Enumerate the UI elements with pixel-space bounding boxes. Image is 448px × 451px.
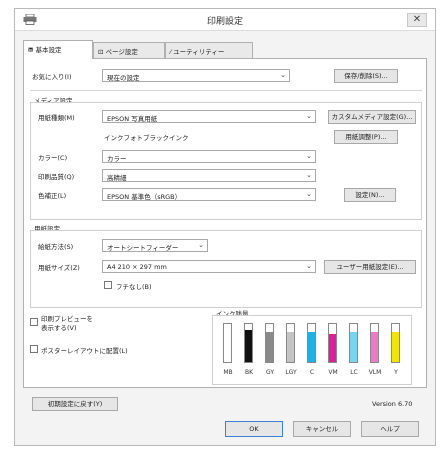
page-tab-icon: ⊡ [98, 48, 106, 56]
poster-layout-label: ポスターレイアウトに配置(L) [41, 347, 128, 355]
printer-tab-icon: ⛃ [28, 46, 36, 54]
tab-utility[interactable]: ⁄ ユーティリティー [165, 42, 253, 59]
reset-defaults-button[interactable]: 初期設定に戻す(Y) [32, 397, 118, 411]
paper-type-select[interactable]: EPSON 写真用紙 ⌄ [102, 110, 316, 123]
ink-level-bar [244, 323, 253, 363]
ink-level-fill [329, 333, 336, 362]
favorites-label: お気に入り(I) [32, 73, 72, 81]
paper-size-label: 用紙サイズ(Z) [38, 264, 80, 272]
borderless-label: フチなし(B) [116, 283, 152, 291]
ink-label: LC [350, 369, 358, 376]
color-settings-button[interactable]: 設定(N)... [344, 188, 396, 202]
ink-label: GY [265, 369, 274, 376]
chevron-down-icon: ⌄ [306, 190, 312, 198]
ink-level-bar [223, 323, 232, 363]
window-title: 印刷設定 [206, 17, 243, 27]
print-preview-checkbox[interactable] [30, 318, 38, 326]
ink-cartridge-lgy: LGY [283, 321, 299, 383]
ink-level-bar [265, 323, 274, 363]
print-quality-select[interactable]: 高精細 ⌄ [102, 169, 316, 182]
cancel-button[interactable]: キャンセル [293, 421, 351, 437]
custom-media-button[interactable]: カスタムメディア設定(G)... [328, 110, 416, 124]
ink-level-bar [349, 323, 358, 363]
print-preview-label: 印刷プレビューを 表示する(V) [41, 315, 93, 332]
chevron-down-icon: ⌄ [306, 112, 312, 120]
paper-adjust-button[interactable]: 用紙調整(P)... [334, 130, 398, 144]
ink-level-fill [245, 329, 252, 362]
ink-cartridge-gy: GY [262, 321, 278, 383]
help-button[interactable]: ヘルプ [361, 421, 419, 437]
ink-levels-area: MB BK GY LGY C VM LC VLM Y [220, 321, 410, 383]
save-delete-button[interactable]: 保存/削除(S)... [334, 69, 398, 83]
tab-page-setup[interactable]: ⊡ ページ設定 [93, 42, 165, 59]
tab-basic-settings[interactable]: ⛃ 基本設定 [23, 40, 93, 59]
ink-label: BK [244, 369, 254, 376]
ink-cartridge-vm: VM [325, 321, 341, 383]
ink-level-fill [371, 331, 378, 362]
close-icon: ✕ [412, 14, 422, 25]
color-correction-label: 色補正(L) [38, 192, 67, 200]
ink-cartridge-vlm: VLM [367, 321, 383, 383]
ink-level-fill [287, 331, 294, 362]
divider [30, 90, 422, 91]
ink-label: VM [328, 369, 338, 376]
ink-level-bar [286, 323, 295, 363]
ink-level-bar [370, 323, 379, 363]
version-text: Version 6.70 [372, 400, 413, 408]
ink-cartridge-lc: LC [346, 321, 362, 383]
user-paper-size-button[interactable]: ユーザー用紙設定(E)... [324, 260, 416, 274]
ink-cartridge-c: C [304, 321, 320, 383]
paper-size-select[interactable]: A4 210 × 297 mm ⌄ [102, 260, 316, 273]
color-correction-select[interactable]: EPSON 基準色（sRGB） ⌄ [102, 188, 316, 201]
chevron-down-icon: ⌄ [306, 171, 312, 179]
ink-level-fill [350, 331, 357, 362]
paper-type-label: 用紙種類(M) [38, 114, 75, 122]
chevron-down-icon: ⌄ [198, 241, 204, 249]
ink-label: VLM [368, 369, 382, 376]
title-bar: 印刷設定 ✕ [15, 9, 435, 31]
poster-layout-checkbox[interactable] [30, 345, 38, 353]
ink-cartridge-mb: MB [220, 321, 236, 383]
print-settings-dialog: 印刷設定 ✕ ⛃ 基本設定 ⊡ ページ設定 ⁄ ユーティリティー お気に入り(I… [14, 8, 436, 446]
borderless-checkbox[interactable] [104, 281, 112, 289]
ink-level-fill [392, 331, 399, 362]
ink-label: Y [394, 369, 398, 376]
ink-label: C [309, 369, 315, 376]
ink-level-fill [308, 331, 315, 362]
chevron-down-icon: ⌄ [306, 262, 312, 270]
ink-label: LGY [285, 369, 297, 376]
paper-source-label: 給紙方法(S) [38, 243, 74, 251]
close-button[interactable]: ✕ [407, 13, 427, 27]
ink-level-bar [328, 323, 337, 363]
chevron-down-icon: ⌄ [280, 71, 286, 79]
chevron-down-icon: ⌄ [306, 152, 312, 160]
ink-cartridge-y: Y [388, 321, 404, 383]
print-quality-label: 印刷品質(Q) [38, 173, 75, 181]
color-label: カラー(C) [38, 154, 68, 162]
favorites-select[interactable]: 現在の設定 ⌄ [102, 69, 290, 82]
ok-button[interactable]: OK [225, 421, 283, 437]
ink-level-fill [266, 331, 273, 362]
printer-icon [23, 14, 37, 25]
paper-source-select[interactable]: オートシートフィーダー ⌄ [102, 239, 208, 252]
ink-label: MB [223, 369, 233, 376]
color-select[interactable]: カラー ⌄ [102, 150, 316, 163]
basic-settings-panel: お気に入り(I) 現在の設定 ⌄ 保存/削除(S)... メディア設定 用紙種類(… [23, 58, 427, 411]
ink-note: インクフォトブラックインク [104, 134, 189, 142]
ink-cartridge-bk: BK [241, 321, 257, 383]
ink-level-bar [391, 323, 400, 363]
ink-level-bar [307, 323, 316, 363]
